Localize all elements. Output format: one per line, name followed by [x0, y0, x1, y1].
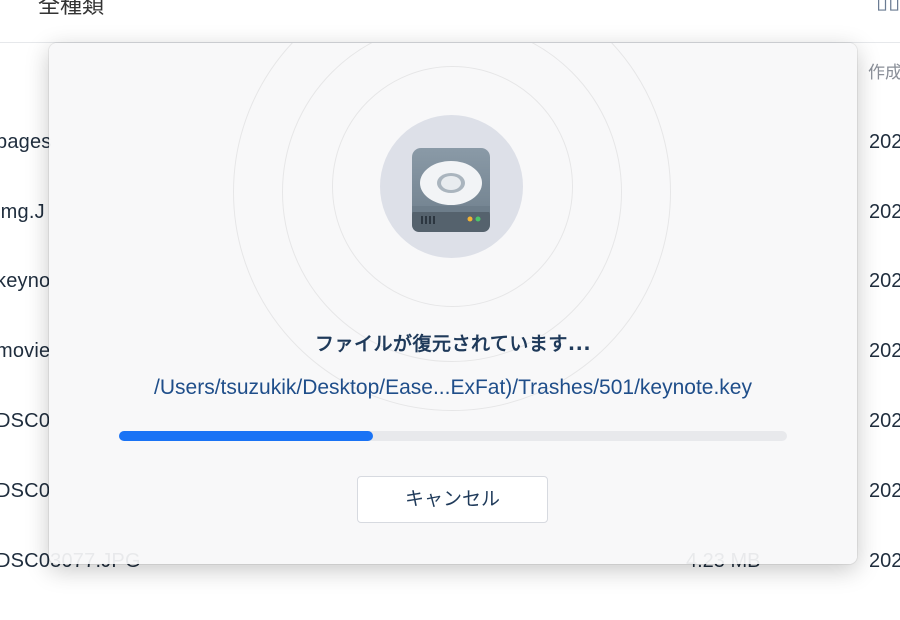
file-date: 202 — [869, 550, 900, 572]
file-name: DSC0 — [0, 480, 51, 502]
file-date: 202 — [869, 270, 900, 292]
file-date: 202 — [869, 201, 900, 223]
file-name: pages — [0, 131, 52, 153]
file-name: keyno — [0, 270, 51, 292]
file-name: DSC0 — [0, 410, 51, 432]
file-date: 202 — [869, 480, 900, 502]
file-list-header: 全種類 ▯▯ — [0, 0, 900, 43]
file-name: img.J — [0, 201, 45, 223]
progress-bar-fill — [119, 431, 373, 441]
progress-bar — [119, 431, 787, 441]
restore-progress-dialog: ファイルが復元されています... /Users/tsuzukik/Desktop… — [49, 43, 857, 564]
restore-status-text: ファイルが復元されています... — [314, 333, 592, 355]
current-file-path: /Users/tsuzukik/Desktop/Ease...ExFat)/Tr… — [154, 376, 752, 399]
kind-filter-label[interactable]: 全種類 — [38, 0, 104, 20]
created-column-header[interactable]: 作成 — [868, 58, 900, 83]
file-name: movie — [0, 340, 51, 362]
cancel-button[interactable]: キャンセル — [357, 476, 548, 523]
hard-drive-icon — [412, 148, 490, 232]
drive-badge — [380, 115, 523, 258]
file-date: 202 — [869, 340, 900, 362]
view-toggle-icon[interactable]: ▯▯ — [876, 0, 900, 14]
file-date: 202 — [869, 131, 900, 153]
file-date: 202 — [869, 410, 900, 432]
